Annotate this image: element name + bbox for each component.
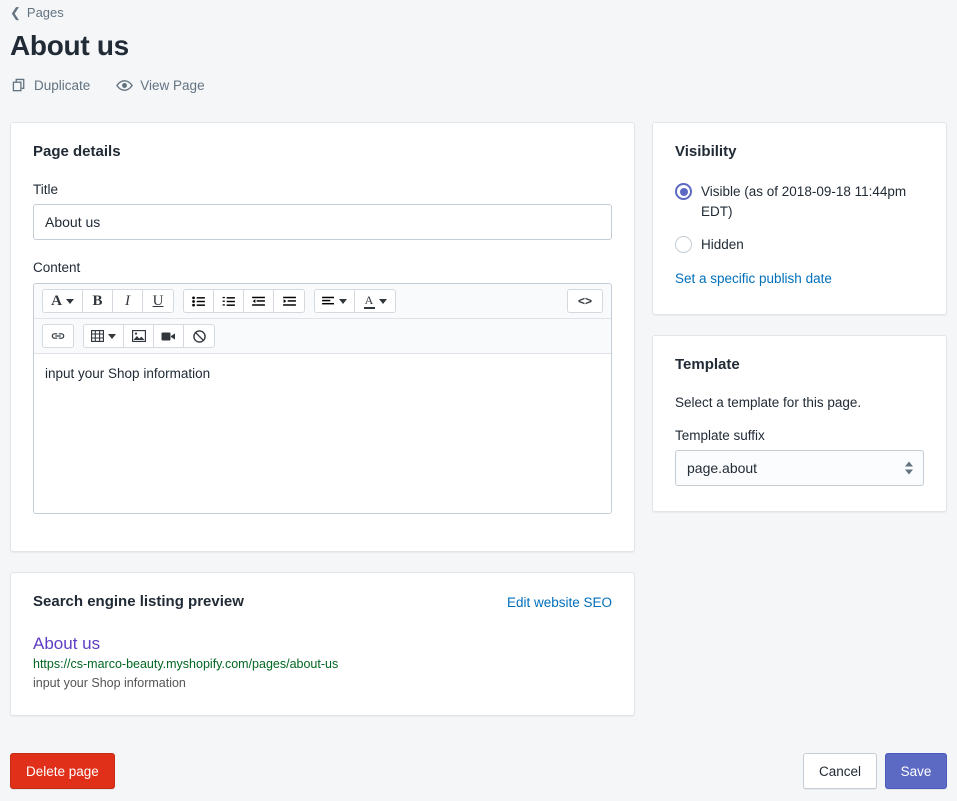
visibility-option-visible[interactable]: Visible (as of 2018-09-18 11:44pm EDT) [675, 182, 924, 221]
view-page-label: View Page [140, 78, 205, 93]
content-field-label: Content [33, 260, 81, 275]
underline-button[interactable]: U [143, 290, 173, 312]
html-code-button[interactable]: <> [568, 290, 602, 312]
insert-media-group [83, 324, 215, 348]
editor-content-area[interactable]: input your Shop information [34, 354, 611, 513]
seo-result-description: input your Shop information [33, 676, 186, 690]
cancel-button[interactable]: Cancel [803, 753, 877, 789]
template-suffix-select[interactable]: page.about [675, 450, 924, 486]
insert-link-button[interactable] [43, 325, 73, 347]
duplicate-button[interactable]: Duplicate [12, 78, 90, 93]
chevron-down-icon [378, 298, 387, 304]
text-format-group: A B I U [42, 289, 174, 313]
template-description: Select a template for this page. [675, 395, 862, 410]
chevron-left-icon: ❮ [10, 5, 21, 20]
title-input[interactable] [33, 204, 612, 240]
page-details-title: Page details [33, 143, 121, 160]
edit-website-seo-link[interactable]: Edit website SEO [507, 595, 612, 610]
editor-toolbar-row-1: A B I U A <> [34, 284, 611, 319]
seo-result-url: https://cs-marco-beauty.myshopify.com/pa… [33, 657, 339, 671]
view-page-button[interactable]: View Page [116, 78, 205, 93]
numbered-list-button[interactable] [214, 290, 244, 312]
template-card-title: Template [675, 356, 740, 373]
insert-table-dropdown[interactable] [84, 325, 124, 347]
format-style-dropdown[interactable]: A [43, 290, 83, 312]
insert-link-group [42, 324, 74, 348]
chevron-down-icon [65, 298, 74, 304]
chevron-down-icon [339, 298, 347, 304]
duplicate-label: Duplicate [34, 78, 91, 93]
duplicate-icon [12, 78, 27, 93]
breadcrumb[interactable]: ❮ Pages [10, 5, 64, 20]
visibility-card-title: Visibility [675, 143, 737, 160]
page-details-card: Page details Title Content A B I U [10, 122, 635, 552]
insert-video-button[interactable] [154, 325, 184, 347]
editor-toolbar-row-2 [34, 319, 611, 354]
code-view-group: <> [567, 289, 603, 313]
template-card: Template Select a template for this page… [652, 335, 947, 512]
radio-hidden[interactable] [675, 236, 692, 254]
align-dropdown[interactable] [315, 290, 355, 312]
seo-preview-card: Search engine listing preview Edit websi… [10, 572, 635, 716]
title-field-label: Title [33, 182, 59, 197]
outdent-button[interactable] [244, 290, 274, 312]
breadcrumb-label: Pages [26, 5, 64, 20]
align-color-group: A [314, 289, 396, 313]
visibility-option-hidden[interactable]: Hidden [675, 235, 924, 255]
italic-button[interactable]: I [113, 290, 143, 312]
list-indent-group [183, 289, 305, 313]
visibility-visible-label: Visible (as of 2018-09-18 11:44pm EDT) [701, 184, 907, 219]
stepper-arrows-icon [905, 461, 913, 475]
visibility-card: Visibility Visible (as of 2018-09-18 11:… [652, 122, 947, 315]
insert-image-button[interactable] [124, 325, 154, 347]
bold-button[interactable]: B [83, 290, 113, 312]
seo-result-title[interactable]: About us [33, 634, 612, 654]
set-publish-date-link[interactable]: Set a specific publish date [675, 271, 924, 286]
save-button[interactable]: Save [885, 753, 947, 789]
template-suffix-label: Template suffix [675, 428, 765, 443]
eye-icon [116, 78, 134, 93]
indent-button[interactable] [274, 290, 304, 312]
page-editor-screen: ❮ Pages About us Duplicate View Page Pag… [0, 0, 957, 801]
bulleted-list-button[interactable] [184, 290, 214, 312]
page-actions: Duplicate View Page [12, 78, 205, 93]
rich-text-editor: A B I U A <> input your Shop information [33, 283, 612, 514]
radio-visible[interactable] [675, 183, 692, 200]
chevron-down-icon [108, 333, 116, 339]
delete-page-button[interactable]: Delete page [10, 753, 115, 789]
template-suffix-value: page.about [687, 460, 758, 476]
text-color-dropdown[interactable]: A [355, 290, 395, 312]
page-title: About us [10, 30, 129, 61]
visibility-hidden-label: Hidden [701, 237, 744, 253]
clear-formatting-button[interactable] [184, 325, 214, 347]
